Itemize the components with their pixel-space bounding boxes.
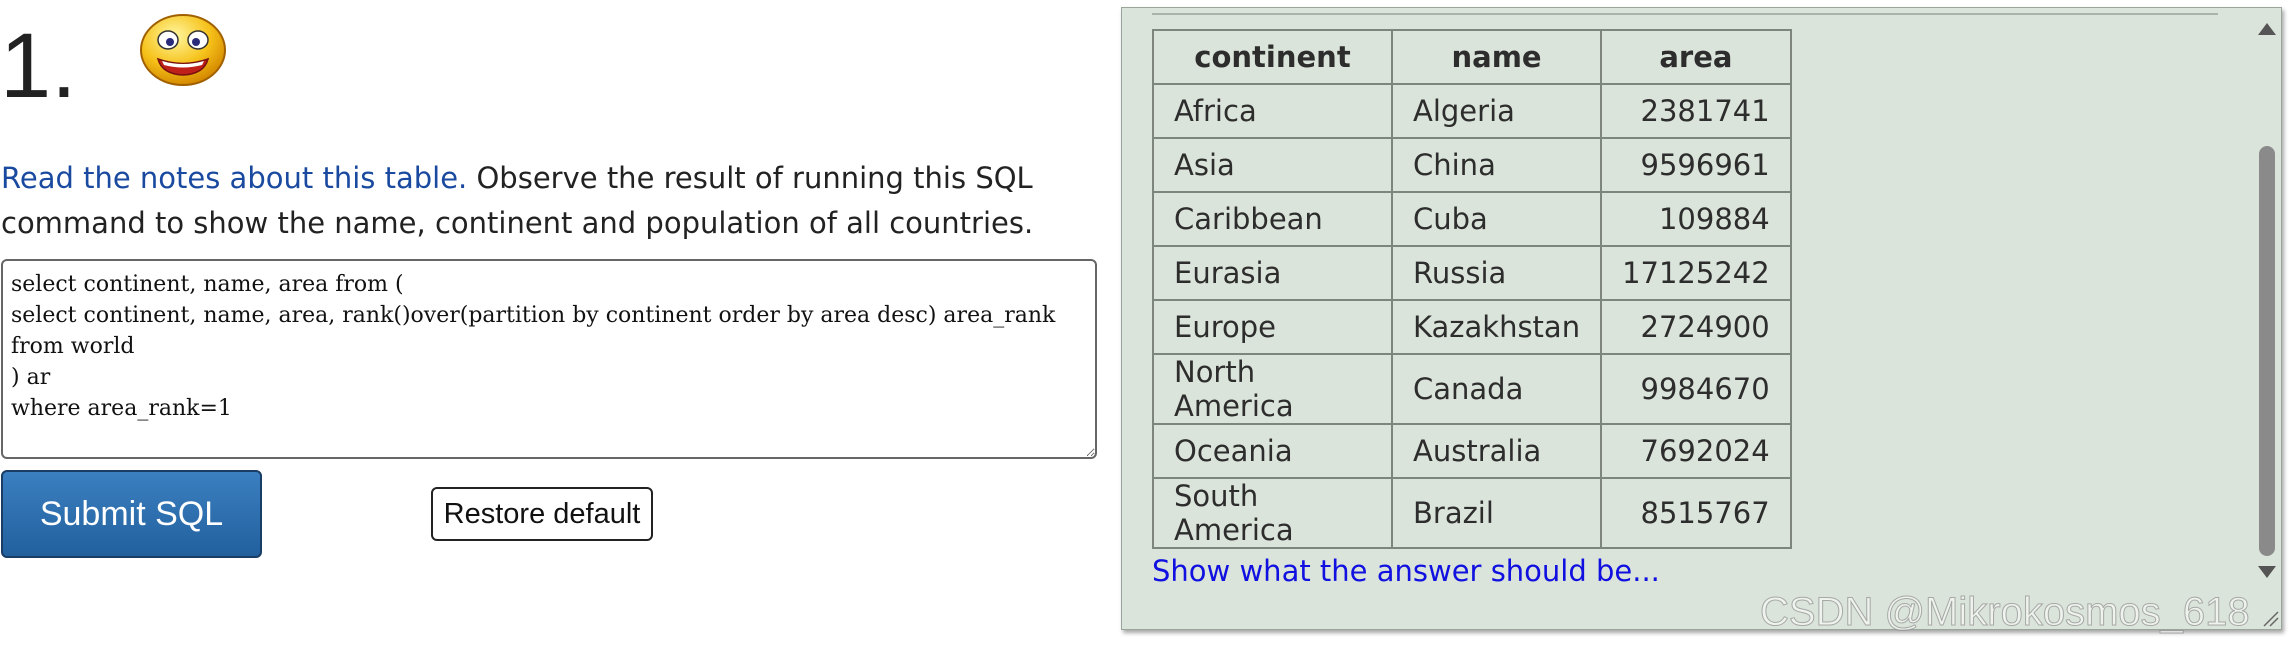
divider [1152,13,2218,15]
name-cell: China [1390,137,1603,193]
area-cell: 9984670 [1600,353,1792,425]
name-cell: Algeria [1390,83,1603,139]
scrollbar[interactable] [2251,8,2281,629]
question-number: 1. [0,15,77,117]
continent-cell: Eurasia [1152,245,1393,301]
area-cell: 109884 [1600,191,1792,247]
area-cell: 2381741 [1600,83,1792,139]
table-row: Caribbean Cuba 109884 [1152,191,1792,247]
continent-cell: Africa [1152,83,1393,139]
question-intro: Read the notes about this table. Observe… [1,156,1101,246]
table-row: Asia China 9596961 [1152,137,1792,193]
continent-cell: Caribbean [1152,191,1393,247]
watermark: CSDN @Mikrokosmos_618 [1760,590,2251,635]
continent-cell: South America [1152,477,1393,549]
column-header-continent: continent [1152,29,1393,85]
name-cell: Brazil [1390,477,1603,549]
column-header-area: area [1600,29,1792,85]
table-row: Africa Algeria 2381741 [1152,83,1792,139]
table-row: South America Brazil 8515767 [1152,477,1792,549]
name-cell: Australia [1390,423,1603,479]
result-panel: continent name area Africa Algeria 23817… [1121,7,2282,630]
area-cell: 9596961 [1600,137,1792,193]
submit-sql-button[interactable]: Submit SQL [1,470,262,558]
name-cell: Canada [1390,353,1603,425]
area-cell: 8515767 [1600,477,1792,549]
area-cell: 7692024 [1600,423,1792,479]
continent-cell: Oceania [1152,423,1393,479]
show-answer-link[interactable]: Show what the answer should be... [1152,554,1660,588]
notes-link[interactable]: Read the notes about this table. [1,161,467,195]
name-cell: Cuba [1390,191,1603,247]
name-cell: Russia [1390,245,1603,301]
scroll-up-arrow-icon[interactable] [2258,23,2276,35]
sql-editor[interactable]: select continent, name, area from ( sele… [1,259,1097,459]
table-row: Europe Kazakhstan 2724900 [1152,299,1792,355]
area-cell: 17125242 [1600,245,1792,301]
scroll-down-arrow-icon[interactable] [2258,566,2276,578]
scrollbar-thumb[interactable] [2259,146,2275,556]
restore-default-button[interactable]: Restore default [431,487,653,541]
column-header-name: name [1390,29,1603,85]
continent-cell: Asia [1152,137,1393,193]
continent-cell: Europe [1152,299,1393,355]
table-row: Oceania Australia 7692024 [1152,423,1792,479]
table-header-row: continent name area [1152,29,1792,85]
resize-grip-icon[interactable] [2260,608,2280,628]
table-row: Eurasia Russia 17125242 [1152,245,1792,301]
table-row: North America Canada 9984670 [1152,353,1792,425]
area-cell: 2724900 [1600,299,1792,355]
continent-cell: North America [1152,353,1393,425]
smiley-face-icon [140,14,226,86]
result-table: continent name area Africa Algeria 23817… [1152,29,1792,549]
name-cell: Kazakhstan [1390,299,1603,355]
